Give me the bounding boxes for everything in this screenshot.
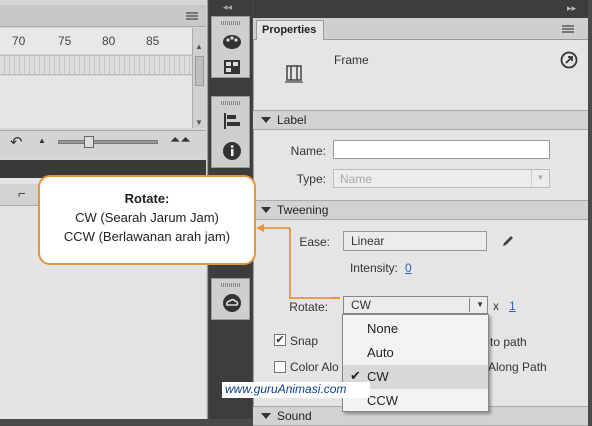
callout-title: Rotate:	[124, 191, 170, 206]
rotate-callout: Rotate: CW (Searah Jarum Jam) CCW (Berla…	[38, 175, 256, 265]
watermark: www.guruAnimasi.com	[222, 382, 370, 398]
callout-line: CW (Searah Jarum Jam)	[75, 210, 219, 225]
callout-line: CCW (Berlawanan arah jam)	[63, 229, 231, 244]
